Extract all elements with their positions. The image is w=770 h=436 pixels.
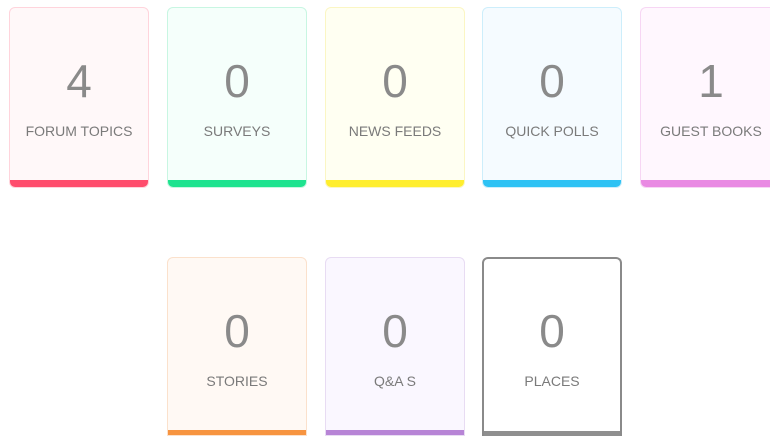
quick-polls-card[interactable]: 0 QUICK POLLS [482,7,622,188]
surveys-accent-bar [168,180,306,187]
qa-card[interactable]: 0 Q&A S [325,257,465,436]
news-feeds-accent-bar [326,180,464,187]
qa-accent-bar [326,430,464,435]
places-card[interactable]: 0 PLACES [482,257,622,436]
guest-books-label: GUEST BOOKS [660,123,762,139]
news-feeds-card[interactable]: 0 NEWS FEEDS [325,7,465,188]
quick-polls-label: QUICK POLLS [505,123,599,139]
places-label: PLACES [524,373,580,389]
qa-count: 0 [382,305,408,357]
forum-topics-count: 4 [66,55,92,107]
stories-count: 0 [224,305,250,357]
news-feeds-label: NEWS FEEDS [348,123,442,139]
surveys-card[interactable]: 0 SURVEYS [167,7,307,188]
stories-card[interactable]: 0 STORIES [167,257,307,436]
forum-topics-card[interactable]: 4 FORUM TOPICS [9,7,149,188]
stories-accent-bar [168,430,306,435]
qa-label: Q&A S [373,373,417,389]
surveys-label: SURVEYS [203,123,271,139]
guest-books-accent-bar [641,180,770,187]
places-count: 0 [539,305,565,357]
places-accent-bar [484,431,620,436]
surveys-count: 0 [224,55,250,107]
quick-polls-accent-bar [483,180,621,187]
guest-books-card[interactable]: 1 GUEST BOOKS [640,7,770,188]
news-feeds-count: 0 [382,55,408,107]
guest-books-count: 1 [698,55,724,107]
stories-label: STORIES [206,373,268,389]
forum-topics-label: FORUM TOPICS [25,123,133,139]
forum-topics-accent-bar [10,180,148,187]
quick-polls-count: 0 [539,55,565,107]
